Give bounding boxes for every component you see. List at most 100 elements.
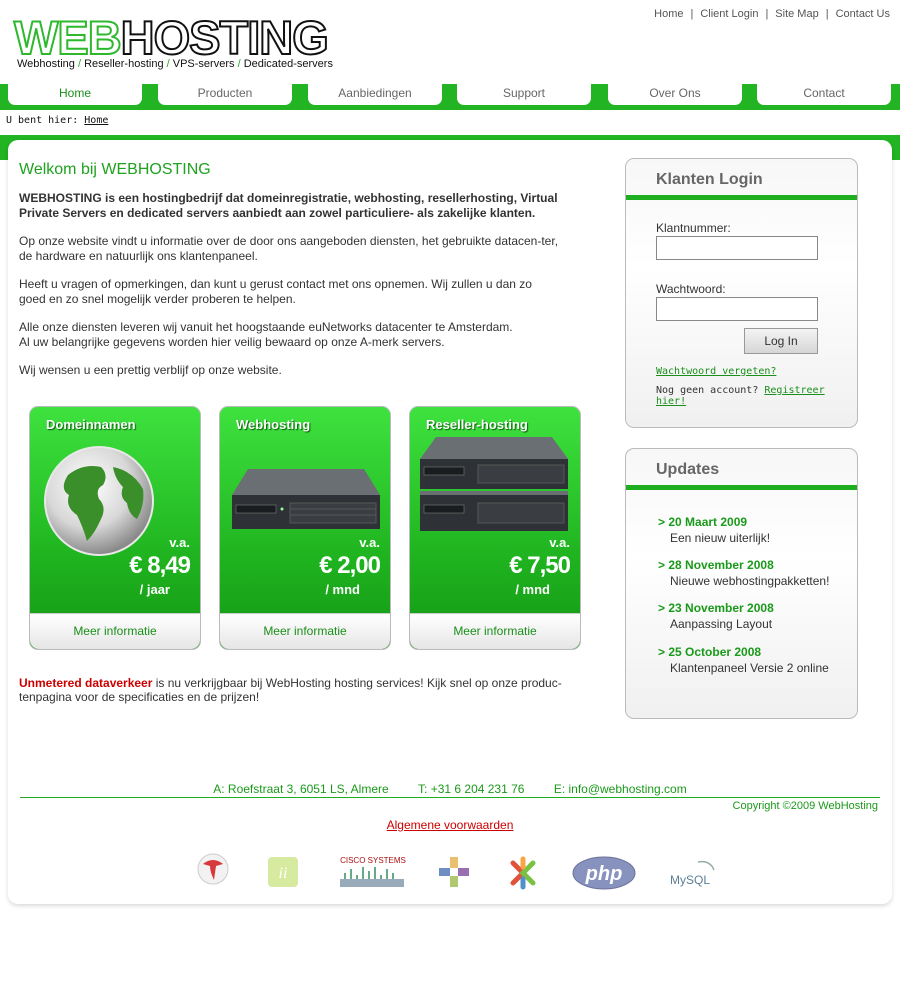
welcome-section: Welkom bij WEBHOSTING WEBHOSTING is een … — [19, 162, 559, 391]
toplink-contact-us[interactable]: Contact Us — [836, 8, 890, 20]
product-price: € 7,50 — [509, 552, 571, 579]
panel-divider — [626, 485, 857, 490]
paragraph-welcome: Wij wensen u een prettig verblijf op onz… — [19, 363, 282, 377]
joomla-logo-icon — [510, 856, 536, 890]
updates-panel: Updates > 20 Maart 2009 Een nieuw uiterl… — [625, 448, 858, 719]
breadcrumb-prefix: U bent hier: — [6, 115, 79, 126]
logo-web-text: WEB — [13, 11, 123, 64]
nav-tab-support[interactable]: Support — [457, 84, 591, 105]
datacenter-line-1: Alle onze diensten leveren wij vanuit he… — [19, 320, 513, 334]
update-item[interactable]: > 28 November 2008 Nieuwe webhostingpakk… — [658, 558, 829, 588]
product-title: Webhosting — [236, 417, 311, 432]
login-title: Klanten Login — [656, 171, 763, 188]
update-text: Aanpassing Layout — [670, 617, 773, 631]
page-title: Welkom bij WEBHOSTING — [19, 161, 211, 178]
product-price: € 8,49 — [129, 552, 191, 579]
tagline-sep: / — [237, 58, 241, 70]
product-va: v.a. — [549, 535, 570, 550]
cisco-logo-icon: CISCO SYSTEMS — [340, 856, 406, 890]
breadcrumb-home[interactable]: Home — [84, 115, 108, 126]
tagline-dedicated: Dedicated-servers — [243, 58, 333, 70]
toplink-home[interactable]: Home — [654, 8, 683, 20]
no-account-label: Nog geen account? — [656, 385, 759, 396]
nav-tab-contact[interactable]: Contact — [757, 84, 891, 105]
tagline-sep: / — [166, 58, 170, 70]
update-item[interactable]: > 23 November 2008 Aanpassing Layout — [658, 601, 774, 631]
paragraph-contact: Heeft u vragen of opmerkingen, dan kunt … — [19, 277, 532, 306]
server-stack-icon — [420, 437, 568, 531]
nav-tab-home[interactable]: Home — [8, 84, 142, 105]
footer-phone: T: +31 6 204 231 76 — [418, 782, 525, 796]
panel-divider — [626, 195, 857, 200]
tagline: Webhosting / Reseller-hosting / VPS-serv… — [17, 58, 333, 70]
login-panel: Klanten Login Klantnummer: Wachtwoord: L… — [625, 158, 858, 428]
header: WEBHOSTING Webhosting / Reseller-hosting… — [0, 0, 900, 84]
product-domeinnamen[interactable]: Domeinnamen v.a. € 8,49 / jaar Meer info… — [29, 406, 201, 650]
product-webhosting[interactable]: Webhosting v.a. € 2,00 / mnd Meer inform… — [219, 406, 391, 650]
update-item[interactable]: > 20 Maart 2009 Een nieuw uiterlijk! — [658, 515, 770, 545]
cisco-bars-icon — [340, 867, 404, 887]
no-account-text: Nog geen account? Registreer hier! — [656, 385, 857, 407]
top-links: Home | Client Login | Site Map | Contact Us — [654, 8, 890, 20]
tagline-webhosting: Webhosting — [17, 58, 75, 70]
intro-text: WEBHOSTING is een hostingbedrijf dat dom… — [19, 191, 558, 220]
php-logo-icon: php — [572, 856, 636, 890]
toplink-client-login[interactable]: Client Login — [700, 8, 758, 20]
tagline-sep: / — [77, 58, 82, 70]
toplink-sep: | — [825, 8, 829, 20]
product-title: Reseller-hosting — [426, 417, 528, 432]
update-date: > 28 November 2008 — [658, 558, 774, 572]
server-icon — [232, 469, 380, 529]
nav-tab-aanbiedingen[interactable]: Aanbiedingen — [308, 84, 442, 105]
nav-tab-over-ons[interactable]: Over Ons — [608, 84, 742, 105]
update-text: Een nieuw uiterlijk! — [670, 531, 771, 545]
product-va: v.a. — [359, 535, 380, 550]
unmetered-notice: Unmetered dataverkeer is nu verkrijgbaar… — [19, 676, 579, 704]
klantnummer-label: Klantnummer: — [656, 221, 731, 235]
product-period: / mnd — [515, 582, 550, 597]
breadcrumb: U bent hier: Home — [6, 115, 108, 126]
tagline-reseller: Reseller-hosting — [84, 58, 164, 70]
meer-informatie-button[interactable]: Meer informatie — [410, 613, 580, 649]
update-item[interactable]: > 25 October 2008 Klantenpaneel Versie 2… — [658, 645, 829, 675]
unmetered-link[interactable]: Unmetered dataverkeer — [19, 676, 152, 690]
datacenter-line-2: Al uw belangrijke gegevens worden hier v… — [19, 335, 445, 349]
globe-icon — [44, 446, 154, 556]
centos-logo-icon — [439, 857, 469, 887]
main-nav: Home Producten Aanbiedingen Support Over… — [0, 84, 900, 110]
update-text: Klantenpaneel Versie 2 online — [670, 661, 829, 675]
product-reseller-hosting[interactable]: Reseller-hosting v.a. € 7,50 / mnd Meer … — [409, 406, 581, 650]
product-period: / jaar — [139, 582, 170, 597]
toplink-sep: | — [765, 8, 769, 20]
update-date: > 23 November 2008 — [658, 601, 774, 615]
wachtwoord-label: Wachtwoord: — [656, 282, 726, 296]
product-price: € 2,00 — [319, 552, 381, 579]
product-title: Domeinnamen — [46, 417, 136, 432]
meer-informatie-button[interactable]: Meer informatie — [30, 613, 200, 649]
mysql-logo-icon: MySQL — [670, 860, 715, 887]
logo[interactable]: WEBHOSTING — [13, 11, 330, 64]
terms-container: Algemene voorwaarden — [0, 818, 900, 832]
klantnummer-input[interactable] — [656, 236, 818, 260]
nav-tab-producten[interactable]: Producten — [158, 84, 292, 105]
forgot-password-link[interactable]: Wachtwoord vergeten? — [656, 366, 776, 377]
footer-contact: A: Roefstraat 3, 6051 LS, Almere T: +31 … — [0, 782, 900, 796]
toplink-sep: | — [690, 8, 694, 20]
wachtwoord-input[interactable] — [656, 297, 818, 321]
meer-informatie-button[interactable]: Meer informatie — [220, 613, 390, 649]
product-period: / mnd — [325, 582, 360, 597]
copyright: Copyright ©2009 WebHosting — [732, 800, 878, 812]
logo-hosting-text: HOSTING — [120, 11, 330, 64]
green-ii-logo-icon: ii — [268, 857, 298, 887]
footer-email[interactable]: E: info@webhosting.com — [554, 782, 687, 796]
cisco-logo-text: CISCO SYSTEMS — [340, 856, 406, 865]
paragraph-datacenter: Alle onze diensten leveren wij vanuit he… — [19, 320, 559, 350]
red-swirl-logo-icon — [197, 853, 229, 885]
terms-link[interactable]: Algemene voorwaarden — [387, 818, 514, 832]
update-text: Nieuwe webhostingpakketten! — [670, 574, 830, 588]
toplink-site-map[interactable]: Site Map — [775, 8, 818, 20]
tagline-vps: VPS-servers — [172, 58, 235, 70]
footer-divider — [20, 797, 880, 798]
paragraph-info: Op onze website vindt u informatie over … — [19, 234, 559, 263]
login-button[interactable]: Log In — [744, 328, 818, 354]
